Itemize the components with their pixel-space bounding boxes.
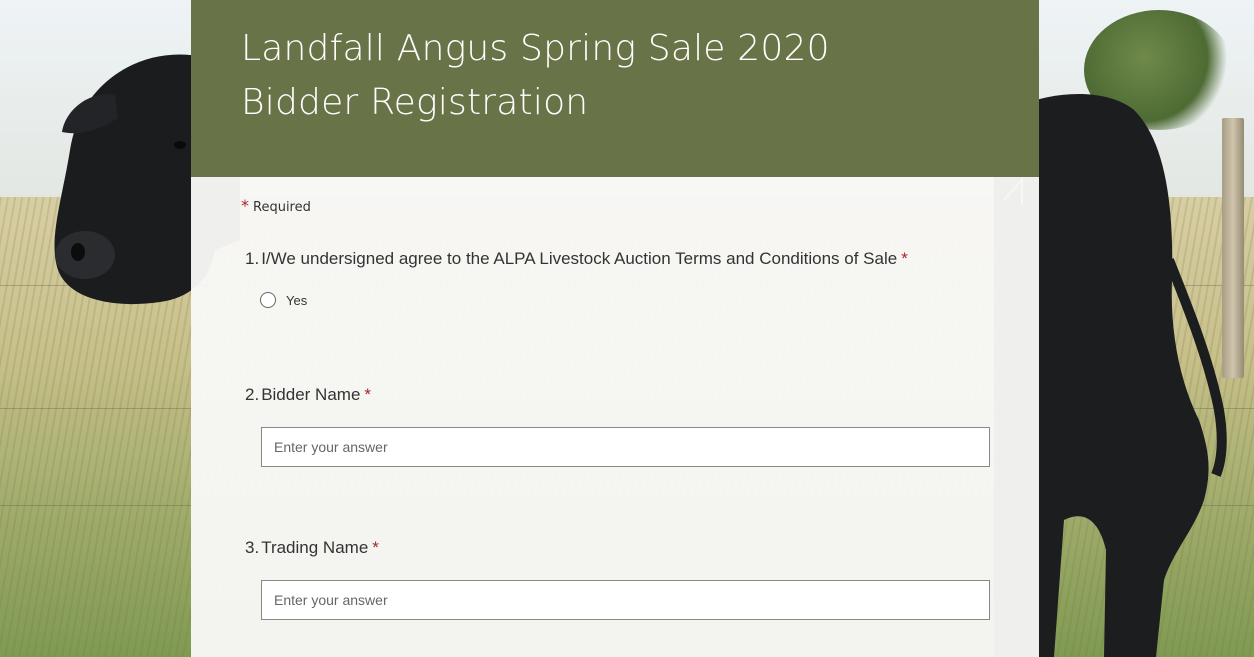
bidder-name-input[interactable]: [261, 427, 990, 467]
form-header: Landfall Angus Spring Sale 2020 Bidder R…: [191, 0, 1039, 177]
question-label: I/We undersigned agree to the ALPA Lives…: [261, 249, 898, 268]
radio-option-yes[interactable]: Yes: [260, 292, 307, 308]
required-note: * Required: [241, 196, 311, 215]
form-card: Landfall Angus Spring Sale 2020 Bidder R…: [191, 0, 1039, 657]
required-label: Required: [253, 200, 311, 215]
question-number: 2.: [245, 385, 260, 404]
question-3-title: 3. Trading Name *: [245, 538, 379, 558]
required-star: *: [901, 249, 908, 268]
question-2-title: 2. Bidder Name *: [245, 385, 371, 405]
required-star: *: [364, 385, 372, 404]
radio-option-label: Yes: [286, 292, 308, 308]
page: Landfall Angus Spring Sale 2020 Bidder R…: [0, 0, 1254, 657]
radio-button[interactable]: [260, 292, 276, 308]
required-star: *: [372, 538, 379, 557]
question-label: Trading Name: [261, 538, 369, 557]
required-star: *: [241, 196, 249, 215]
question-label: Bidder Name: [261, 385, 361, 404]
question-1-title: 1. I/We undersigned agree to the ALPA Liv…: [245, 249, 908, 269]
form-title: Landfall Angus Spring Sale 2020 Bidder R…: [241, 22, 1001, 130]
form-title-line-1: Landfall Angus Spring Sale 2020: [241, 28, 830, 69]
form-title-line-2: Bidder Registration: [241, 82, 589, 123]
question-number: 3.: [245, 538, 260, 557]
question-number: 1.: [245, 249, 260, 268]
trading-name-input[interactable]: [261, 580, 990, 620]
